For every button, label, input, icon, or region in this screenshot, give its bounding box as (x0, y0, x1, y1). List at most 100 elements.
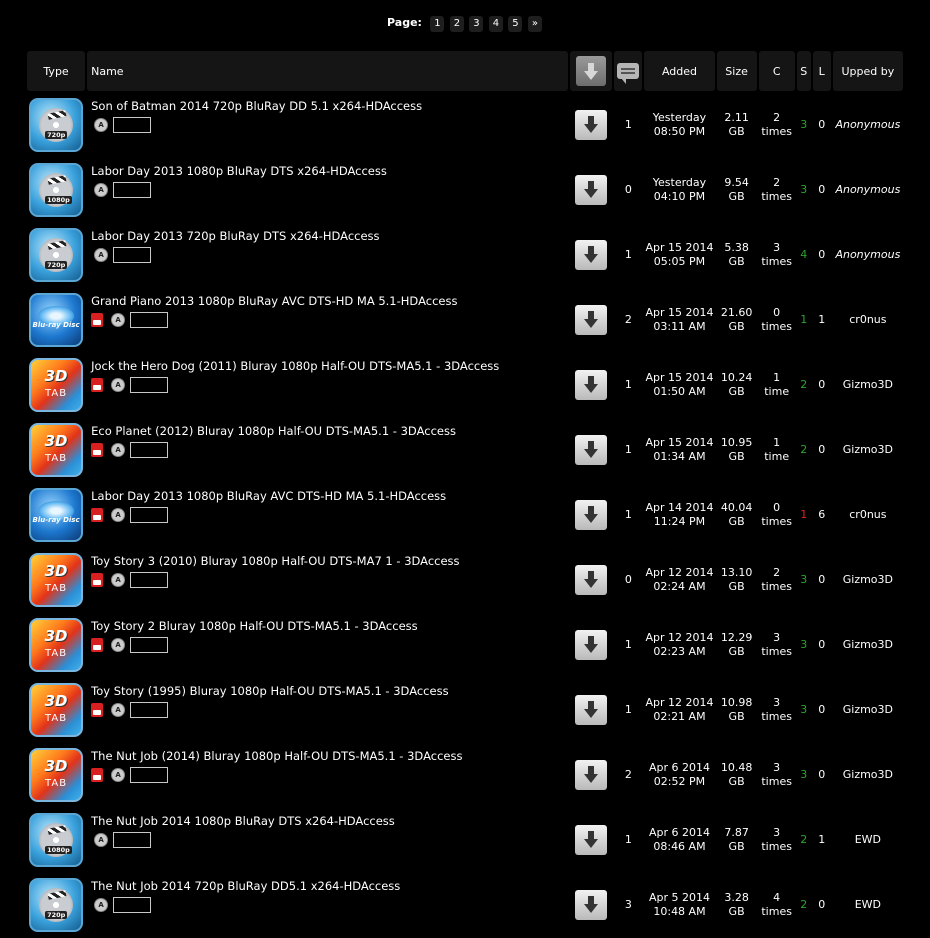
download-button[interactable] (575, 304, 608, 335)
uploader-name[interactable]: Anonymous (833, 93, 903, 156)
seeders-count[interactable]: 3 (797, 743, 811, 806)
torrent-name-link[interactable]: The Nut Job 2014 720p BluRay DD5.1 x264-… (91, 880, 568, 893)
3d-tab-icon[interactable]: 3D TAB (29, 422, 84, 477)
3d-tab-icon[interactable]: 3D TAB (29, 747, 84, 802)
720p-hd-icon[interactable]: 720p (29, 877, 84, 932)
comments-count[interactable]: 1 (614, 93, 642, 156)
seeders-count[interactable]: 3 (797, 93, 811, 156)
seeders-count[interactable]: 3 (797, 613, 811, 676)
torrent-name-link[interactable]: Jock the Hero Dog (2011) Bluray 1080p Ha… (91, 360, 568, 373)
seeders-count[interactable]: 3 (797, 678, 811, 741)
comments-count[interactable]: 2 (614, 288, 642, 351)
seeders-count[interactable]: 2 (797, 873, 811, 936)
col-upped-by-header[interactable]: Upped by (832, 51, 903, 91)
page-link-5[interactable]: 5 (508, 16, 523, 32)
page-link-4[interactable]: 4 (488, 16, 503, 32)
comments-count[interactable]: 1 (614, 418, 642, 481)
page-next-link[interactable]: » (527, 16, 542, 32)
leechers-count[interactable]: 0 (813, 613, 831, 676)
download-button[interactable] (575, 629, 608, 660)
leechers-count[interactable]: 0 (813, 873, 831, 936)
imdb-icon[interactable]: A (111, 508, 126, 522)
uploader-name[interactable]: Gizmo3D (833, 418, 903, 481)
torrent-name-link[interactable]: Grand Piano 2013 1080p BluRay AVC DTS-HD… (91, 295, 568, 308)
comments-count[interactable]: 3 (614, 873, 642, 936)
uploader-name[interactable]: Gizmo3D (833, 548, 903, 611)
torrent-name-link[interactable]: Labor Day 2013 1080p BluRay AVC DTS-HD M… (91, 490, 568, 503)
comments-count[interactable]: 0 (614, 548, 642, 611)
comments-count[interactable]: 1 (614, 223, 642, 286)
leechers-count[interactable]: 0 (813, 548, 831, 611)
youtube-trailer-icon[interactable] (91, 508, 104, 522)
comments-count[interactable]: 2 (614, 743, 642, 806)
seeders-count[interactable]: 2 (797, 418, 811, 481)
youtube-trailer-icon[interactable] (91, 638, 104, 652)
torrent-name-link[interactable]: The Nut Job (2014) Bluray 1080p Half-OU … (91, 750, 568, 763)
torrent-name-link[interactable]: Son of Batman 2014 720p BluRay DD 5.1 x2… (91, 100, 568, 113)
seeders-count[interactable]: 3 (797, 158, 811, 221)
comments-count[interactable]: 1 (614, 483, 642, 546)
imdb-icon[interactable]: A (111, 313, 126, 327)
comments-count[interactable]: 0 (614, 158, 642, 221)
youtube-trailer-icon[interactable] (91, 313, 104, 327)
leechers-count[interactable]: 0 (813, 743, 831, 806)
imdb-icon[interactable]: A (111, 573, 126, 587)
bluray-icon[interactable]: Blu-ray Disc (29, 292, 84, 347)
torrent-name-link[interactable]: Labor Day 2013 720p BluRay DTS x264-HDAc… (91, 230, 568, 243)
1080p-hd-icon[interactable]: 1080p (29, 162, 84, 217)
comments-count[interactable]: 1 (614, 678, 642, 741)
youtube-trailer-icon[interactable] (91, 443, 104, 457)
imdb-icon[interactable]: A (111, 443, 126, 457)
uploader-name[interactable]: Anonymous (833, 158, 903, 221)
download-button[interactable] (575, 369, 608, 400)
leechers-count[interactable]: 0 (813, 353, 831, 416)
imdb-icon[interactable]: A (94, 833, 109, 847)
download-button[interactable] (575, 239, 608, 270)
torrent-name-link[interactable]: The Nut Job 2014 1080p BluRay DTS x264-H… (91, 815, 568, 828)
seeders-count[interactable]: 1 (797, 288, 811, 351)
imdb-icon[interactable]: A (111, 638, 126, 652)
3d-tab-icon[interactable]: 3D TAB (29, 617, 84, 672)
torrent-name-link[interactable]: Toy Story (1995) Bluray 1080p Half-OU DT… (91, 685, 568, 698)
download-button[interactable] (575, 564, 608, 595)
leechers-count[interactable]: 0 (813, 418, 831, 481)
download-button[interactable] (575, 759, 608, 790)
uploader-name[interactable]: Gizmo3D (833, 743, 903, 806)
imdb-icon[interactable]: A (111, 768, 126, 782)
download-button[interactable] (575, 694, 608, 725)
seeders-count[interactable]: 1 (797, 483, 811, 546)
leechers-count[interactable]: 1 (813, 808, 831, 871)
uploader-name[interactable]: cr0nus (833, 483, 903, 546)
download-button[interactable] (575, 434, 608, 465)
page-link-1[interactable]: 1 (430, 16, 445, 32)
3d-tab-icon[interactable]: 3D TAB (29, 682, 84, 737)
youtube-trailer-icon[interactable] (91, 573, 104, 587)
bluray-icon[interactable]: Blu-ray Disc (29, 487, 84, 542)
col-added-header[interactable]: Added (644, 51, 715, 91)
leechers-count[interactable]: 6 (813, 483, 831, 546)
imdb-icon[interactable]: A (94, 118, 109, 132)
col-name-header[interactable]: Name (87, 51, 569, 91)
col-leechers-header[interactable]: L (812, 51, 831, 91)
leechers-count[interactable]: 0 (813, 158, 831, 221)
col-seeders-header[interactable]: S (796, 51, 811, 91)
comments-count[interactable]: 1 (614, 808, 642, 871)
youtube-trailer-icon[interactable] (91, 768, 104, 782)
uploader-name[interactable]: Gizmo3D (833, 353, 903, 416)
torrent-name-link[interactable]: Toy Story 2 Bluray 1080p Half-OU DTS-MA5… (91, 620, 568, 633)
torrent-name-link[interactable]: Eco Planet (2012) Bluray 1080p Half-OU D… (91, 425, 568, 438)
comments-count[interactable]: 1 (614, 353, 642, 416)
col-completed-header[interactable]: C (758, 51, 795, 91)
uploader-name[interactable]: EWD (833, 873, 903, 936)
download-button[interactable] (575, 889, 608, 920)
seeders-count[interactable]: 2 (797, 808, 811, 871)
youtube-trailer-icon[interactable] (91, 703, 104, 717)
uploader-name[interactable]: Gizmo3D (833, 613, 903, 676)
seeders-count[interactable]: 2 (797, 353, 811, 416)
col-comments-header[interactable] (614, 51, 643, 91)
leechers-count[interactable]: 1 (813, 288, 831, 351)
torrent-name-link[interactable]: Labor Day 2013 1080p BluRay DTS x264-HDA… (91, 165, 568, 178)
3d-tab-icon[interactable]: 3D TAB (29, 552, 84, 607)
download-button[interactable] (575, 174, 608, 205)
seeders-count[interactable]: 4 (797, 223, 811, 286)
